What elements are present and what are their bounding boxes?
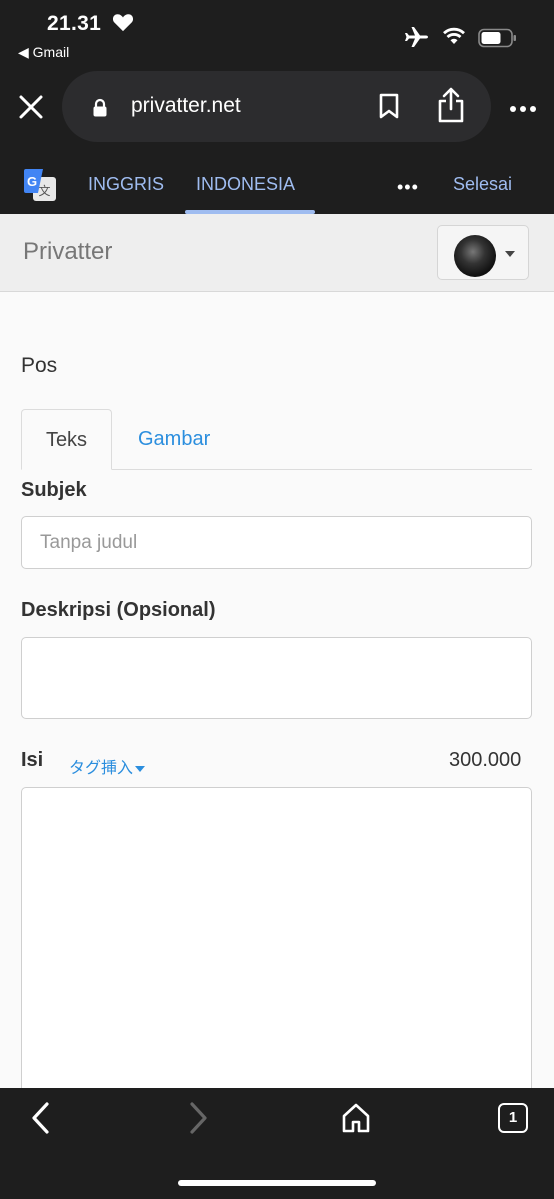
forward-arrow-icon[interactable]	[185, 1100, 211, 1141]
character-limit: 300.000	[449, 749, 522, 771]
url-text[interactable]: privatter.net	[131, 94, 241, 118]
tab-image[interactable]: Gambar	[138, 428, 210, 451]
address-bar[interactable]	[62, 71, 491, 142]
battery-icon	[478, 28, 518, 53]
bookmark-icon[interactable]	[377, 92, 401, 125]
web-page: Privatter Pos Teks Gambar Subjek Deskrip…	[0, 214, 554, 1088]
google-translate-icon: 文G	[23, 168, 57, 202]
caret-down-icon	[505, 251, 515, 257]
page-title: Pos	[21, 354, 58, 377]
more-icon[interactable]	[509, 100, 537, 118]
avatar	[454, 235, 496, 277]
body-input[interactable]	[21, 787, 532, 1088]
body-label: Isi	[21, 749, 44, 771]
back-to-gmail-link[interactable]: ◀ Gmail	[18, 44, 69, 61]
description-input[interactable]	[21, 637, 532, 719]
wifi-icon	[441, 26, 467, 51]
home-icon[interactable]	[340, 1102, 372, 1139]
subject-input[interactable]	[21, 516, 532, 569]
tab-text[interactable]: Teks	[21, 409, 112, 470]
status-time: 21.31	[47, 12, 102, 35]
translate-more-button[interactable]: •••	[397, 177, 419, 198]
svg-text:文: 文	[38, 183, 50, 198]
caret-down-icon	[135, 765, 146, 772]
share-icon[interactable]	[436, 86, 466, 129]
translate-done-button[interactable]: Selesai	[453, 174, 512, 195]
user-menu-button[interactable]	[437, 225, 529, 280]
home-indicator[interactable]	[178, 1180, 376, 1186]
airplane-icon	[404, 26, 430, 53]
source-language-tab[interactable]: INGGRIS	[88, 174, 164, 195]
description-label: Deskripsi (Opsional)	[21, 599, 216, 621]
lock-icon	[92, 98, 108, 123]
heart-icon	[112, 12, 134, 37]
back-arrow-icon[interactable]	[28, 1100, 54, 1141]
subject-label: Subjek	[21, 479, 87, 501]
site-brand[interactable]: Privatter	[23, 238, 112, 266]
close-icon[interactable]	[14, 90, 48, 124]
tag-insert-dropdown[interactable]: タグ挿入	[69, 754, 146, 778]
target-language-tab[interactable]: INDONESIA	[196, 174, 295, 195]
svg-text:G: G	[27, 174, 37, 189]
tabs-icon[interactable]: 1	[498, 1103, 528, 1133]
site-header: Privatter	[0, 214, 554, 292]
tag-insert-label: タグ挿入	[69, 760, 134, 777]
